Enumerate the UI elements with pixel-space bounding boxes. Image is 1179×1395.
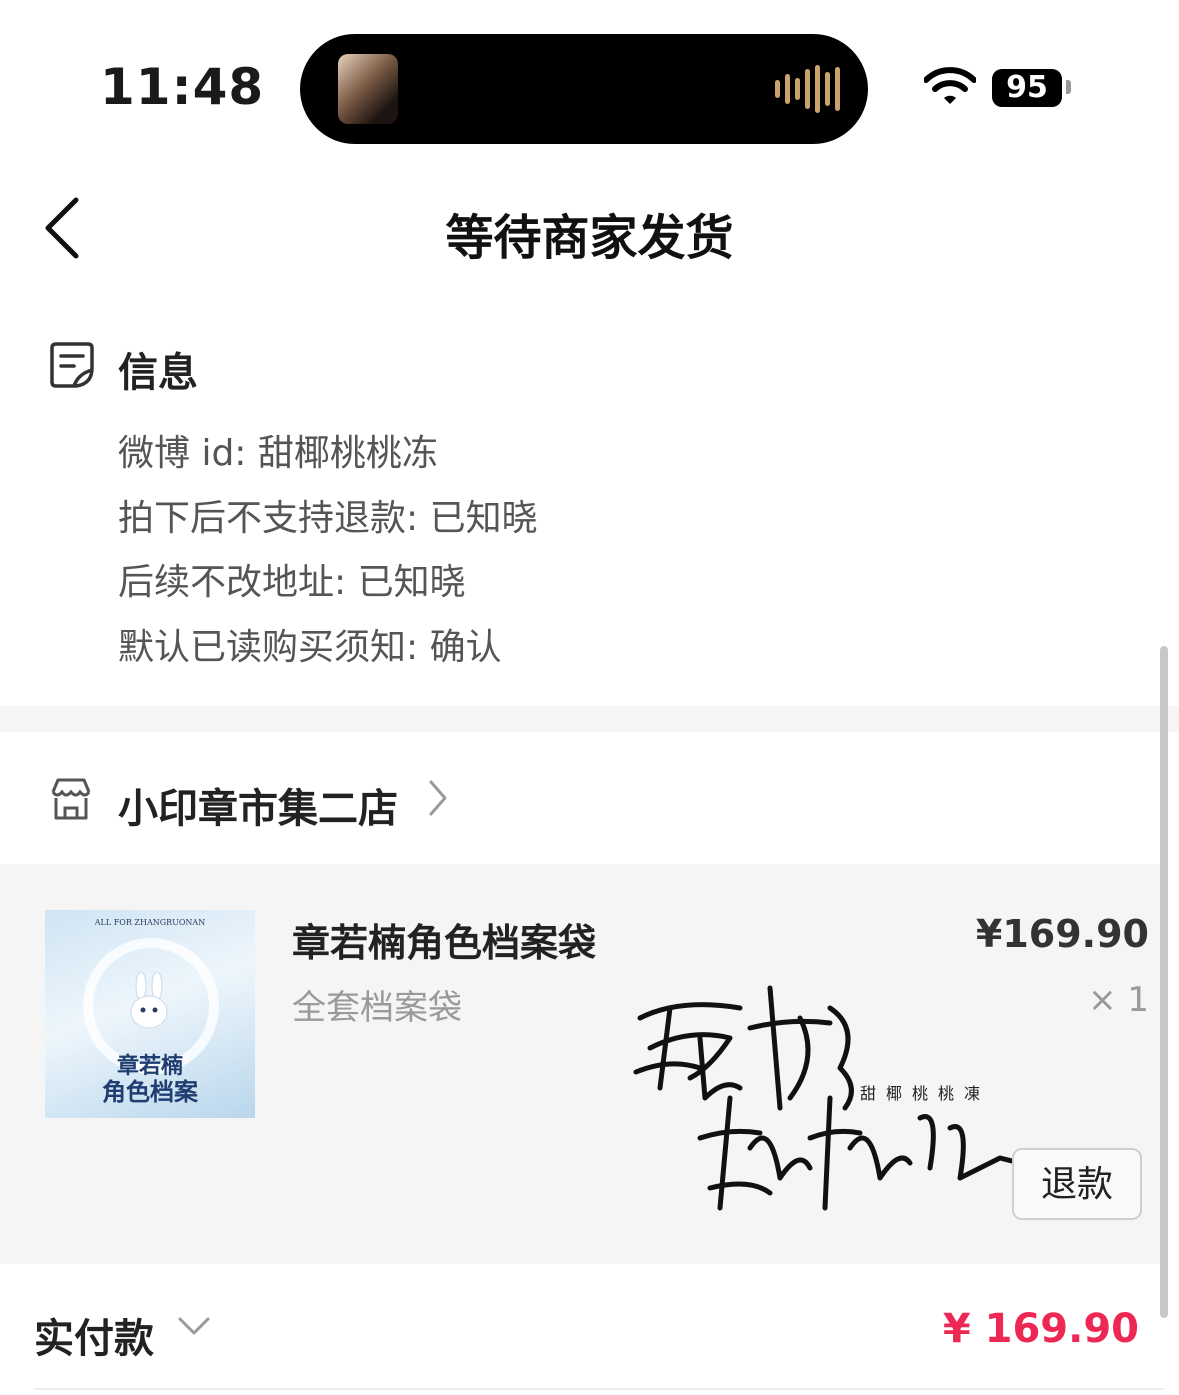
now-playing-artwork [338, 54, 398, 124]
product-price: ¥169.90 [975, 912, 1149, 956]
refund-button[interactable]: 退款 [1012, 1148, 1142, 1220]
info-line-no-refund: 拍下后不支持退款: 已知晓 [118, 498, 538, 539]
bunny-illustration-icon [130, 972, 168, 1029]
page-title: 等待商家发货 [445, 210, 734, 266]
chevron-right-icon[interactable] [426, 778, 450, 818]
section-divider [0, 706, 1179, 732]
product-spec: 全套档案袋 [292, 988, 462, 1028]
wifi-icon [924, 67, 976, 104]
scrollbar[interactable] [1160, 646, 1168, 1318]
audio-waveform-icon [775, 64, 840, 114]
watermark-small-text: 甜椰桃桃凍 [860, 1084, 991, 1103]
shop-name[interactable]: 小印章市集二店 [118, 776, 398, 834]
payment-amount: ¥ 169.90 [942, 1306, 1139, 1352]
dynamic-island[interactable] [300, 34, 868, 144]
battery-tip [1066, 80, 1071, 94]
battery-icon: 95 [992, 69, 1062, 107]
info-section-title: 信息 [118, 350, 198, 396]
chevron-down-icon[interactable] [176, 1314, 212, 1338]
thumbnail-title-line2: 角色档案 [102, 1077, 198, 1106]
product-quantity: × 1 [1088, 980, 1149, 1020]
product-thumbnail[interactable]: ALL FOR ZHANGRUONAN 章若楠 角色档案 [45, 910, 255, 1118]
payment-label[interactable]: 实付款 [34, 1306, 154, 1364]
product-name[interactable]: 章若楠角色档案袋 [292, 912, 596, 967]
info-line-weibo-id: 微博 id: 甜椰桃桃冻 [118, 433, 438, 474]
thumbnail-header-text: ALL FOR ZHANGRUONAN [94, 918, 206, 927]
info-line-address: 后续不改地址: 已知晓 [118, 562, 466, 603]
bottom-divider [34, 1388, 1164, 1390]
message-note-icon [50, 342, 94, 388]
info-line-purchase-notice: 默认已读购买须知: 确认 [118, 627, 502, 668]
status-time: 11:48 [100, 58, 265, 116]
store-icon [51, 778, 91, 820]
